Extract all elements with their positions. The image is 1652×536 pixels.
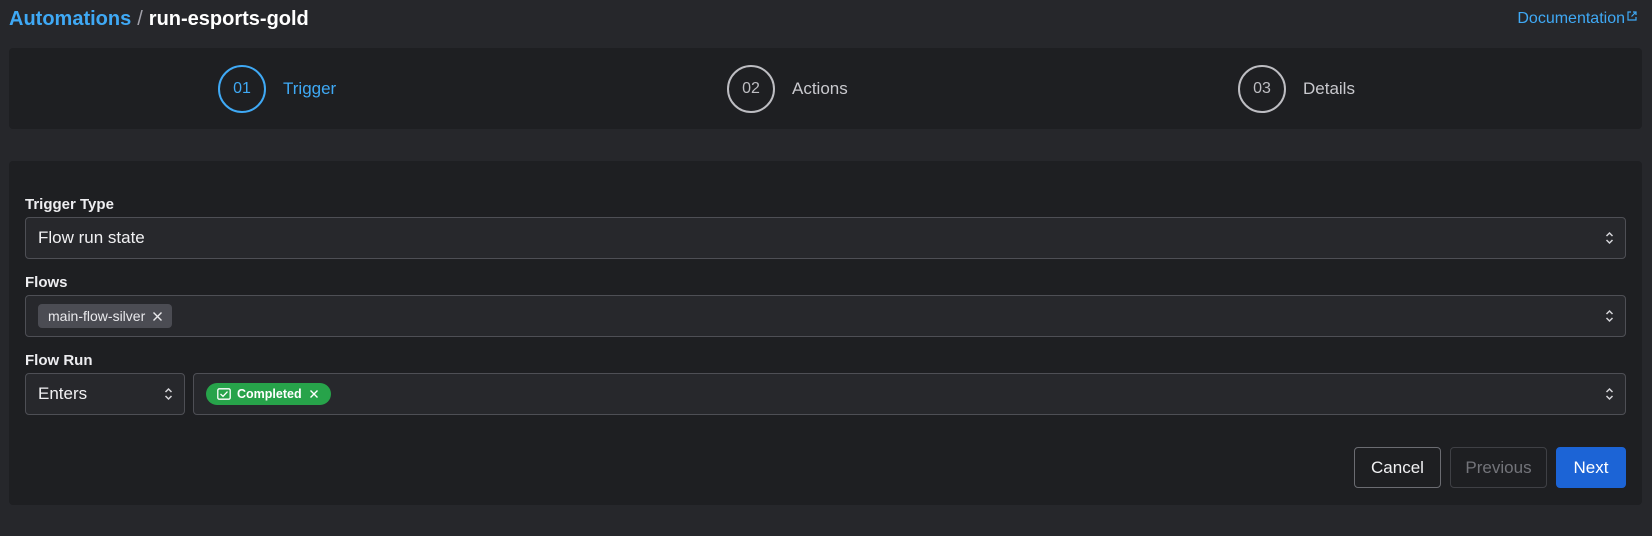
chevron-up-down-icon [1605, 309, 1614, 323]
flow-run-condition-value: Enters [38, 384, 88, 403]
external-link-icon [1627, 11, 1637, 21]
state-tag-completed: Completed [206, 383, 331, 405]
step-details[interactable]: 03 Details [1238, 65, 1355, 113]
cancel-button[interactable]: Cancel [1354, 447, 1441, 488]
trigger-type-value: Flow run state [38, 228, 145, 247]
breadcrumb: Automations / run-esports-gold [9, 8, 309, 31]
breadcrumb-separator: / [137, 7, 143, 30]
wizard-stepper: 01 Trigger 02 Actions 03 Details [9, 48, 1642, 129]
step-number: 01 [218, 65, 266, 113]
documentation-link[interactable]: Documentation [1517, 10, 1637, 28]
close-icon[interactable] [152, 311, 163, 322]
step-label: Actions [792, 79, 848, 98]
chevron-up-down-icon [1605, 231, 1614, 245]
page-title: run-esports-gold [148, 7, 309, 30]
next-button[interactable]: Next [1556, 447, 1626, 488]
state-tag-label: Completed [237, 387, 302, 401]
flow-run-states-select[interactable]: Completed [193, 373, 1626, 415]
chevron-up-down-icon [1605, 387, 1614, 401]
flow-run-condition-select[interactable]: Enters [25, 373, 185, 415]
step-number: 02 [727, 65, 775, 113]
breadcrumb-automations-link[interactable]: Automations [9, 8, 131, 31]
step-number: 03 [1238, 65, 1286, 113]
page-header: Automations / run-esports-gold Documenta… [9, 0, 1643, 38]
trigger-type-select[interactable]: Flow run state [25, 217, 1626, 259]
flow-tag: main-flow-silver [38, 304, 173, 328]
flows-select[interactable]: main-flow-silver [25, 295, 1626, 337]
flow-run-label: Flow Run [25, 352, 93, 369]
step-actions[interactable]: 02 Actions [727, 65, 848, 113]
chevron-up-down-icon [164, 387, 173, 401]
step-label: Details [1303, 79, 1355, 98]
trigger-type-label: Trigger Type [25, 196, 114, 213]
close-icon[interactable] [309, 389, 319, 399]
step-label: Trigger [283, 79, 337, 98]
step-trigger[interactable]: 01 Trigger [218, 65, 336, 113]
flows-label: Flows [25, 274, 68, 291]
previous-button[interactable]: Previous [1450, 447, 1547, 488]
trigger-form: Trigger Type Flow run state Flows main-f… [9, 161, 1642, 505]
flow-tag-label: main-flow-silver [48, 308, 146, 324]
documentation-label: Documentation [1517, 10, 1625, 27]
completed-check-icon [217, 388, 231, 400]
